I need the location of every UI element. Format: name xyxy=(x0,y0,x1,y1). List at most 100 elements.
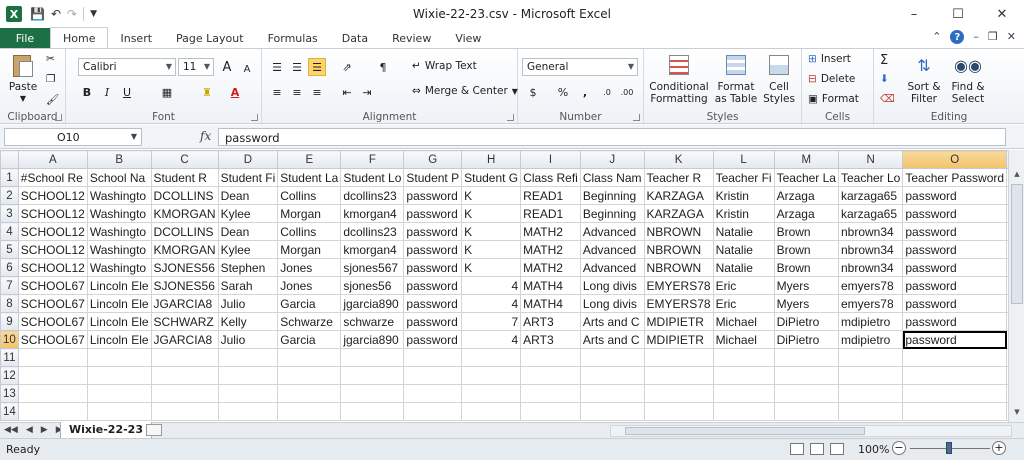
cell-c14[interactable] xyxy=(150,402,219,421)
cell-l1[interactable]: Teacher Fi xyxy=(712,168,775,187)
cell-d7[interactable]: Sarah xyxy=(217,276,279,295)
cell-i14[interactable] xyxy=(520,402,581,421)
row-header-12[interactable]: 12 xyxy=(0,366,19,385)
cell-e2[interactable]: Collins xyxy=(277,186,342,205)
name-box-dropdown-icon[interactable]: ▼ xyxy=(131,132,137,141)
format-cells-button[interactable]: ▣ Format xyxy=(808,93,859,105)
cell-g1[interactable]: Student P xyxy=(403,168,463,187)
cell-a10[interactable]: SCHOOL67 xyxy=(17,330,88,349)
cell-n10[interactable]: mdipietro xyxy=(837,330,904,349)
cell-a4[interactable]: SCHOOL12 xyxy=(17,222,88,241)
tab-data[interactable]: Data xyxy=(330,28,380,48)
cell-l9[interactable]: Michael xyxy=(712,312,775,331)
cell-d4[interactable]: Dean xyxy=(217,222,279,241)
cell-k7[interactable]: EMYERS78 xyxy=(643,276,714,295)
cell-a6[interactable]: SCHOOL12 xyxy=(17,258,88,277)
cell-h14[interactable] xyxy=(461,402,522,421)
zoom-in-button[interactable]: + xyxy=(992,441,1006,455)
cell-k12[interactable] xyxy=(643,366,714,385)
cell-i2[interactable]: READ1 xyxy=(520,186,581,205)
cell-l10[interactable]: Michael xyxy=(712,330,775,349)
column-header-h[interactable]: H xyxy=(461,150,522,169)
column-header-k[interactable]: K xyxy=(643,150,714,169)
cell-e13[interactable] xyxy=(277,384,342,403)
cell-d1[interactable]: Student Fi xyxy=(217,168,279,187)
cell-d5[interactable]: Kylee xyxy=(217,240,279,259)
cell-k6[interactable]: NBROWN xyxy=(643,258,714,277)
column-header-c[interactable]: C xyxy=(150,150,219,169)
cell-k1[interactable]: Teacher R xyxy=(643,168,714,187)
cell-l6[interactable]: Natalie xyxy=(712,258,775,277)
alignment-launcher-icon[interactable] xyxy=(507,114,514,121)
cell-f2[interactable]: dcollins23 xyxy=(340,186,405,205)
sheet-tab-active[interactable]: Wixie-22-23 xyxy=(60,422,152,439)
column-header-f[interactable]: F xyxy=(340,150,405,169)
scroll-up-icon[interactable]: ▲ xyxy=(1011,170,1023,182)
cell-k10[interactable]: MDIPIETR xyxy=(643,330,714,349)
workbook-close-icon[interactable]: ✕ xyxy=(1007,30,1016,44)
scroll-down-icon[interactable]: ▼ xyxy=(1011,408,1023,420)
cell-o10[interactable]: password xyxy=(902,330,1008,349)
cell-h1[interactable]: Student G xyxy=(461,168,522,187)
cell-h12[interactable] xyxy=(461,366,522,385)
cell-j3[interactable]: Beginning xyxy=(579,204,645,223)
cell-j2[interactable]: Beginning xyxy=(579,186,645,205)
cell-i7[interactable]: MATH4 xyxy=(520,276,581,295)
underline-button[interactable]: U xyxy=(118,83,136,101)
fill-color-icon[interactable]: ♜ xyxy=(198,83,216,101)
cell-m6[interactable]: Brown xyxy=(773,258,839,277)
cell-h8[interactable]: 4 xyxy=(461,294,522,313)
cell-d2[interactable]: Dean xyxy=(217,186,279,205)
cell-k11[interactable] xyxy=(643,348,714,367)
cell-n11[interactable] xyxy=(837,348,904,367)
zoom-slider-thumb[interactable] xyxy=(946,442,952,454)
cell-g10[interactable]: password xyxy=(403,330,463,349)
cell-k5[interactable]: NBROWN xyxy=(643,240,714,259)
merge-center-button[interactable]: ⇔ Merge & Center ▼ xyxy=(412,85,518,97)
cell-f9[interactable]: schwarze xyxy=(340,312,405,331)
cell-o12[interactable] xyxy=(902,366,1008,385)
cell-e10[interactable]: Garcia xyxy=(277,330,342,349)
cell-c5[interactable]: KMORGAN xyxy=(150,240,219,259)
cell-f8[interactable]: jgarcia890 xyxy=(340,294,405,313)
cell-m14[interactable] xyxy=(773,402,839,421)
cell-b10[interactable]: Lincoln Ele xyxy=(86,330,152,349)
cell-e9[interactable]: Schwarze xyxy=(277,312,342,331)
cell-c12[interactable] xyxy=(150,366,219,385)
row-header-10[interactable]: 10 xyxy=(0,330,19,349)
align-top-icon[interactable]: ☰ xyxy=(268,58,286,76)
align-left-icon[interactable]: ≡ xyxy=(268,83,286,101)
wrap-text-button[interactable]: ↵ Wrap Text xyxy=(412,60,477,72)
cell-b9[interactable]: Lincoln Ele xyxy=(86,312,152,331)
cell-h13[interactable] xyxy=(461,384,522,403)
borders-icon[interactable]: ▦ xyxy=(158,83,176,101)
cell-d8[interactable]: Julio xyxy=(217,294,279,313)
insert-sheet-icon[interactable] xyxy=(146,424,162,436)
cell-j1[interactable]: Class Nam xyxy=(579,168,645,187)
cell-h11[interactable] xyxy=(461,348,522,367)
cell-f11[interactable] xyxy=(340,348,405,367)
cell-k4[interactable]: NBROWN xyxy=(643,222,714,241)
cell-n4[interactable]: nbrown34 xyxy=(837,222,904,241)
cell-o5[interactable]: password xyxy=(902,240,1008,259)
tab-view[interactable]: View xyxy=(443,28,493,48)
cell-n5[interactable]: nbrown34 xyxy=(837,240,904,259)
cell-n9[interactable]: mdipietro xyxy=(837,312,904,331)
cell-j4[interactable]: Advanced xyxy=(579,222,645,241)
currency-button[interactable]: $ xyxy=(524,83,542,101)
cell-l14[interactable] xyxy=(712,402,775,421)
select-all-corner[interactable] xyxy=(0,150,19,169)
cell-e6[interactable]: Jones xyxy=(277,258,342,277)
cut-icon[interactable]: ✂ xyxy=(46,53,55,65)
cell-o7[interactable]: password xyxy=(902,276,1008,295)
minimize-button[interactable]: – xyxy=(892,0,936,28)
cell-o3[interactable]: password xyxy=(902,204,1008,223)
cell-n13[interactable] xyxy=(837,384,904,403)
cell-e3[interactable]: Morgan xyxy=(277,204,342,223)
font-launcher-icon[interactable] xyxy=(251,114,258,121)
cell-m10[interactable]: DiPietro xyxy=(773,330,839,349)
percent-button[interactable]: % xyxy=(554,83,572,101)
fill-icon[interactable]: ⬇ xyxy=(880,73,889,85)
cell-i5[interactable]: MATH2 xyxy=(520,240,581,259)
workbook-minimize-icon[interactable]: – xyxy=(973,30,979,44)
